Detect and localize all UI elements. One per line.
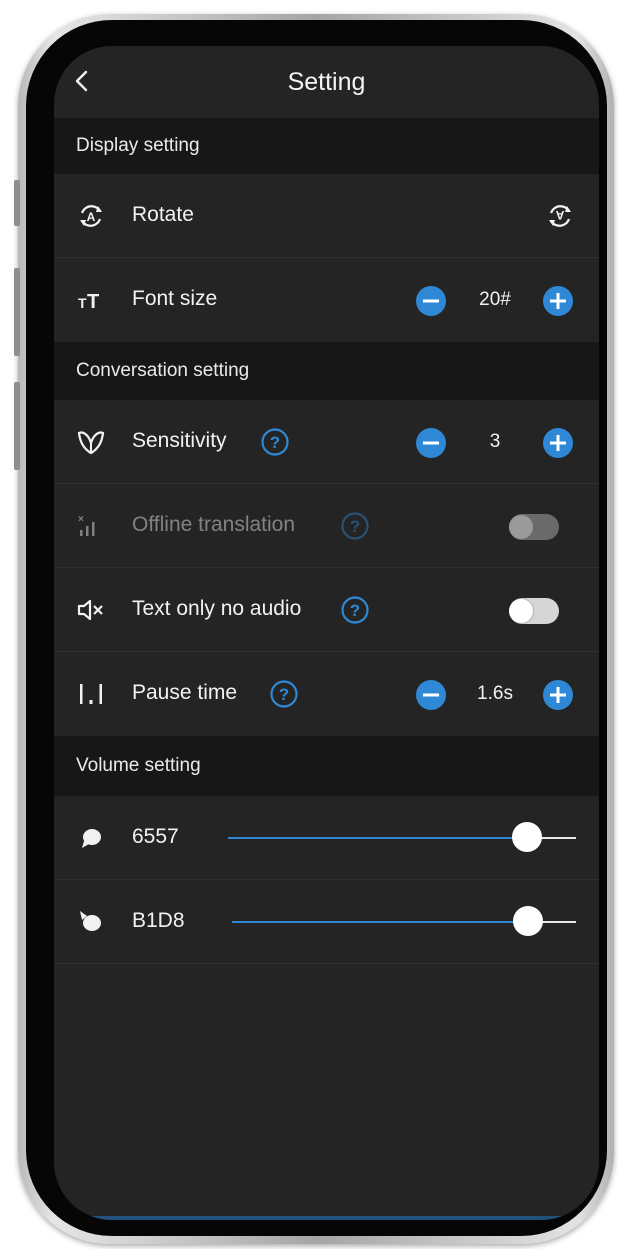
speech-bubble-icon <box>82 829 101 848</box>
volume-label-b1d8: B1D8 <box>132 909 185 932</box>
volume-label-6557: 6557 <box>132 825 179 848</box>
mute-icon <box>77 599 103 621</box>
sensitivity-increase-button[interactable] <box>543 428 573 458</box>
side-button-volume-down <box>14 382 20 470</box>
toggle-knob <box>509 599 533 623</box>
volume-row-b1d8: B1D8 <box>54 880 599 964</box>
help-icon[interactable]: ? <box>340 511 370 541</box>
font-size-icon: T T <box>78 291 99 313</box>
side-button-mute <box>14 180 20 226</box>
rotate-row[interactable]: A Rotate A <box>54 174 599 258</box>
pause-time-value: 1.6s <box>477 683 513 704</box>
pause-time-row: Pause time ? 1.6s <box>54 652 599 736</box>
slider-thumb[interactable] <box>512 822 543 852</box>
volume-slider-b1d8[interactable] <box>232 906 576 936</box>
text-only-label: Text only no audio <box>132 597 302 620</box>
settings-screen: Setting Display setting A Rotate A T T F… <box>54 46 599 1220</box>
font-size-row: T T Font size 20# <box>54 258 599 342</box>
rotate-refresh-icon[interactable]: A <box>545 201 575 231</box>
header: Setting <box>54 46 599 118</box>
pause-time-increase-button[interactable] <box>543 680 573 710</box>
slider-thumb[interactable] <box>512 906 543 936</box>
toggle-knob <box>509 515 533 539</box>
svg-text:×: × <box>78 514 84 525</box>
text-only-toggle[interactable] <box>509 598 559 624</box>
sensitivity-icon <box>77 431 105 455</box>
font-size-increase-button[interactable] <box>543 286 573 316</box>
help-icon[interactable]: ? <box>269 679 299 709</box>
offline-translation-row: × Offline translation ? <box>54 484 599 568</box>
volume-slider-6557[interactable] <box>228 822 576 852</box>
help-icon[interactable]: ? <box>340 595 370 625</box>
font-size-value: 20# <box>479 289 511 310</box>
section-conversation: Conversation setting <box>54 342 599 400</box>
slider-track-filled <box>228 837 528 839</box>
text-only-row: Text only no audio ? <box>54 568 599 652</box>
svg-text:A: A <box>87 210 96 224</box>
sensitivity-label: Sensitivity <box>132 429 227 452</box>
pause-time-decrease-button[interactable] <box>416 680 446 710</box>
page-title: Setting <box>287 68 366 96</box>
svg-text:?: ? <box>350 517 360 536</box>
svg-text:?: ? <box>279 685 289 704</box>
font-size-label: Font size <box>132 287 218 310</box>
speech-bubble-alt-icon <box>80 911 101 931</box>
offline-signal-icon: × <box>78 514 95 536</box>
rotate-a-icon: A <box>80 205 102 227</box>
svg-text:T: T <box>78 295 87 311</box>
section-display: Display setting <box>54 118 599 174</box>
slider-track-filled <box>232 921 528 923</box>
svg-text:?: ? <box>350 601 360 620</box>
pause-time-label: Pause time <box>132 681 238 704</box>
svg-text:A: A <box>555 208 564 222</box>
pause-time-icon <box>80 684 102 704</box>
section-title: Display setting <box>76 135 200 156</box>
svg-text:T: T <box>87 291 99 313</box>
sensitivity-value: 3 <box>489 431 501 452</box>
section-title: Volume setting <box>76 755 201 776</box>
help-icon[interactable]: ? <box>260 427 290 457</box>
side-button-volume-up <box>14 268 20 356</box>
section-title: Conversation setting <box>76 360 250 381</box>
volume-row-6557: 6557 <box>54 796 599 880</box>
font-size-decrease-button[interactable] <box>416 286 446 316</box>
svg-text:?: ? <box>270 433 280 452</box>
screen-bottom-edge <box>54 1216 599 1220</box>
sensitivity-decrease-button[interactable] <box>416 428 446 458</box>
sensitivity-row: Sensitivity ? 3 <box>54 400 599 484</box>
section-volume: Volume setting <box>54 736 599 796</box>
rotate-label: Rotate <box>132 203 194 226</box>
offline-translation-label: Offline translation <box>132 513 296 536</box>
offline-translation-toggle[interactable] <box>509 514 559 540</box>
